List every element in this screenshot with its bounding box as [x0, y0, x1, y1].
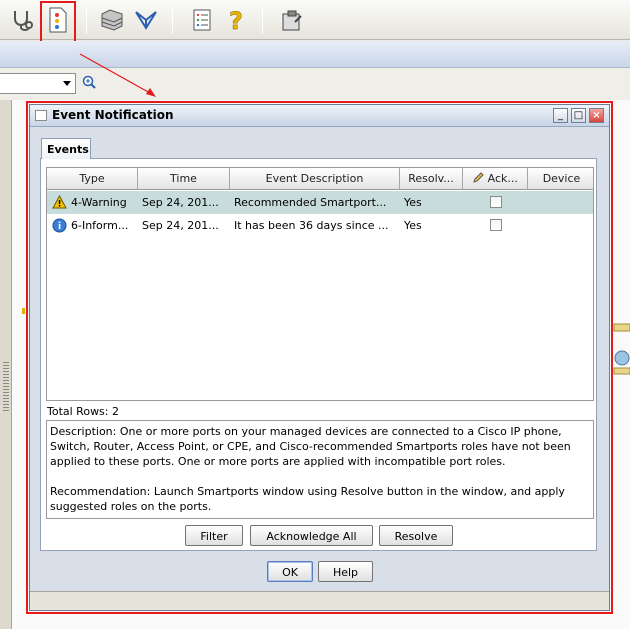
total-rows-label: Total Rows: 2: [47, 405, 119, 418]
topology-icon[interactable]: [130, 4, 162, 36]
dialog-statusbar: [30, 591, 609, 610]
info-icon: [52, 218, 67, 236]
server-rack-icon[interactable]: [96, 4, 128, 36]
help-button[interactable]: Help: [318, 561, 373, 582]
cell-resolvable: Yes: [404, 219, 422, 232]
column-header-type[interactable]: Type: [47, 168, 138, 190]
table-row[interactable]: 6-Inform... Sep 24, 201... It has been 3…: [47, 214, 593, 237]
cell-type: 4-Warning: [71, 196, 127, 209]
svg-text:?: ?: [229, 7, 243, 33]
view-dropdown[interactable]: [0, 73, 76, 94]
table-header: Type Time Event Description Resolv... Ac…: [47, 168, 593, 190]
column-header-description[interactable]: Event Description: [230, 168, 400, 190]
cell-description: Recommended Smartport...: [234, 196, 387, 209]
stethoscope-icon[interactable]: [6, 4, 38, 36]
column-header-acknowledged[interactable]: Ack...: [463, 168, 528, 190]
list-report-icon[interactable]: [186, 4, 218, 36]
toolbar-highlight-box: [40, 1, 76, 43]
cell-time: Sep 24, 201...: [142, 196, 219, 209]
events-panel: Type Time Event Description Resolv... Ac…: [40, 158, 597, 551]
clipboard-tools-icon[interactable]: [276, 4, 308, 36]
column-header-resolvable[interactable]: Resolv...: [400, 168, 463, 190]
dialog-title: Event Notification: [52, 108, 174, 122]
cell-time: Sep 24, 201...: [142, 219, 219, 232]
acknowledge-all-button[interactable]: Acknowledge All: [250, 525, 373, 546]
view-selector-row: [0, 68, 630, 100]
cell-device: [528, 214, 593, 237]
acknowledge-checkbox[interactable]: [490, 196, 502, 208]
tab-events[interactable]: Events: [41, 138, 91, 159]
cell-description: It has been 36 days since ...: [234, 219, 389, 232]
dialog-titlebar[interactable]: Event Notification _ □ ×: [30, 105, 609, 127]
cell-resolvable: Yes: [404, 196, 422, 209]
maximize-icon[interactable]: □: [571, 108, 586, 123]
warning-icon: [52, 194, 67, 212]
resolve-button[interactable]: Resolve: [379, 525, 453, 546]
zoom-in-icon[interactable]: [82, 75, 96, 92]
column-header-acknowledged-label: Ack...: [487, 172, 518, 185]
main-toolbar: ?: [0, 0, 630, 43]
column-header-time[interactable]: Time: [138, 168, 230, 190]
column-header-device[interactable]: Device: [528, 168, 593, 190]
pencil-icon: [472, 172, 484, 185]
network-device-icon: [612, 320, 630, 380]
minimize-icon[interactable]: _: [553, 108, 568, 123]
help-question-icon[interactable]: ?: [220, 4, 252, 36]
cell-type: 6-Inform...: [71, 219, 129, 232]
chevron-down-icon: [63, 81, 71, 86]
table-row[interactable]: 4-Warning Sep 24, 201... Recommended Sma…: [47, 191, 593, 214]
event-details-text[interactable]: Description: One or more ports on your m…: [46, 420, 594, 519]
ribbon-band: [0, 41, 630, 68]
acknowledge-checkbox[interactable]: [490, 219, 502, 231]
left-splitter[interactable]: [0, 100, 25, 629]
filter-button[interactable]: Filter: [185, 525, 243, 546]
event-notification-dialog: Event Notification _ □ × Events Type Tim…: [29, 104, 610, 611]
window-icon: [35, 110, 47, 121]
cell-device: [528, 191, 593, 214]
ok-button[interactable]: OK: [267, 561, 313, 582]
close-icon[interactable]: ×: [589, 108, 604, 123]
events-table: Type Time Event Description Resolv... Ac…: [46, 167, 594, 401]
